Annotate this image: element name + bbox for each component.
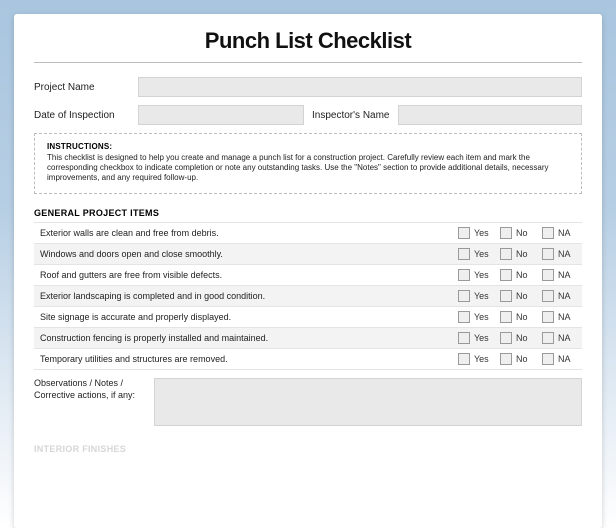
checkbox-na[interactable] (542, 290, 554, 302)
item-row: Construction fencing is properly install… (34, 327, 582, 348)
option-label-no: No (516, 354, 534, 364)
inspector-input[interactable] (398, 105, 583, 125)
option-label-no: No (516, 270, 534, 280)
instructions-heading: INSTRUCTIONS: (47, 142, 569, 151)
option-label-na: NA (558, 354, 576, 364)
project-name-input[interactable] (138, 77, 582, 97)
option-label-yes: Yes (474, 354, 492, 364)
checkbox-no[interactable] (500, 227, 512, 239)
notes-label: Observations / Notes / Corrective action… (34, 378, 144, 426)
checkbox-no[interactable] (500, 311, 512, 323)
option-label-na: NA (558, 270, 576, 280)
item-options: Yes No NA (458, 311, 576, 323)
item-row: Windows and doors open and close smoothl… (34, 243, 582, 264)
project-name-row: Project Name (34, 77, 582, 97)
checkbox-no[interactable] (500, 248, 512, 260)
option-label-yes: Yes (474, 249, 492, 259)
option-label-no: No (516, 249, 534, 259)
project-name-label: Project Name (34, 82, 130, 93)
items-list: Exterior walls are clean and free from d… (34, 222, 582, 370)
checkbox-na[interactable] (542, 227, 554, 239)
checkbox-na[interactable] (542, 269, 554, 281)
page-title: Punch List Checklist (34, 28, 582, 54)
checkbox-yes[interactable] (458, 269, 470, 281)
option-label-no: No (516, 333, 534, 343)
item-text: Temporary utilities and structures are r… (40, 354, 458, 364)
option-label-na: NA (558, 291, 576, 301)
checkbox-yes[interactable] (458, 248, 470, 260)
option-label-no: No (516, 312, 534, 322)
checkbox-na[interactable] (542, 332, 554, 344)
item-text: Site signage is accurate and properly di… (40, 312, 458, 322)
item-row: Exterior walls are clean and free from d… (34, 222, 582, 243)
item-row: Roof and gutters are free from visible d… (34, 264, 582, 285)
checkbox-na[interactable] (542, 353, 554, 365)
instructions-box: INSTRUCTIONS: This checklist is designed… (34, 133, 582, 194)
item-options: Yes No NA (458, 332, 576, 344)
checkbox-yes[interactable] (458, 311, 470, 323)
notes-row: Observations / Notes / Corrective action… (34, 378, 582, 426)
option-label-yes: Yes (474, 228, 492, 238)
checkbox-no[interactable] (500, 332, 512, 344)
option-label-na: NA (558, 249, 576, 259)
checkbox-yes[interactable] (458, 353, 470, 365)
checkbox-no[interactable] (500, 290, 512, 302)
option-label-na: NA (558, 312, 576, 322)
instructions-body: This checklist is designed to help you c… (47, 153, 569, 183)
option-label-na: NA (558, 228, 576, 238)
checkbox-no[interactable] (500, 353, 512, 365)
form-sheet: Punch List Checklist Project Name Date o… (14, 14, 602, 528)
option-label-na: NA (558, 333, 576, 343)
item-options: Yes No NA (458, 269, 576, 281)
section-heading-interior: INTERIOR FINISHES (34, 444, 582, 454)
checkbox-yes[interactable] (458, 227, 470, 239)
section-heading-general: GENERAL PROJECT ITEMS (34, 208, 582, 218)
option-label-no: No (516, 228, 534, 238)
item-options: Yes No NA (458, 248, 576, 260)
inspector-label: Inspector's Name (312, 110, 390, 121)
option-label-yes: Yes (474, 312, 492, 322)
checkbox-na[interactable] (542, 311, 554, 323)
item-options: Yes No NA (458, 353, 576, 365)
item-text: Exterior walls are clean and free from d… (40, 228, 458, 238)
option-label-no: No (516, 291, 534, 301)
item-text: Roof and gutters are free from visible d… (40, 270, 458, 280)
item-text: Exterior landscaping is completed and in… (40, 291, 458, 301)
option-label-yes: Yes (474, 270, 492, 280)
checkbox-yes[interactable] (458, 332, 470, 344)
checkbox-na[interactable] (542, 248, 554, 260)
title-divider (34, 62, 582, 63)
notes-input[interactable] (154, 378, 582, 426)
item-options: Yes No NA (458, 290, 576, 302)
checkbox-no[interactable] (500, 269, 512, 281)
item-text: Construction fencing is properly install… (40, 333, 458, 343)
item-row: Exterior landscaping is completed and in… (34, 285, 582, 306)
item-row: Temporary utilities and structures are r… (34, 348, 582, 369)
item-text: Windows and doors open and close smoothl… (40, 249, 458, 259)
date-input[interactable] (138, 105, 304, 125)
option-label-yes: Yes (474, 333, 492, 343)
date-label: Date of Inspection (34, 110, 130, 121)
item-options: Yes No NA (458, 227, 576, 239)
fade-overlay (14, 468, 602, 528)
option-label-yes: Yes (474, 291, 492, 301)
checkbox-yes[interactable] (458, 290, 470, 302)
date-inspector-row: Date of Inspection Inspector's Name (34, 105, 582, 125)
item-row: Site signage is accurate and properly di… (34, 306, 582, 327)
